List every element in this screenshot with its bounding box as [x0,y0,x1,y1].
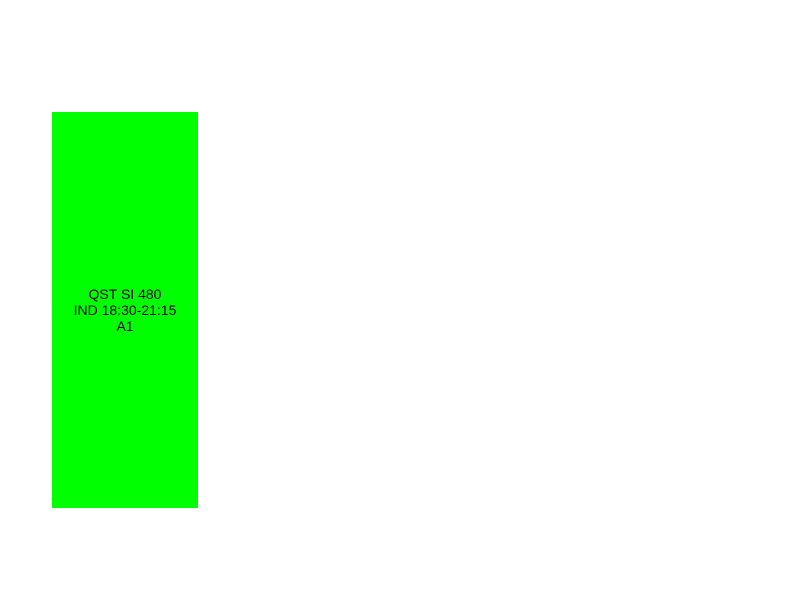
event-course-label: QST SI 480 [88,286,162,302]
schedule-canvas: QST SI 480 IND 18:30-21:15 A1 [0,0,800,600]
event-time-label: IND 18:30-21:15 [73,302,177,318]
event-room-label: A1 [116,318,134,334]
event-block-qst-si-480[interactable]: QST SI 480 IND 18:30-21:15 A1 [52,112,198,508]
